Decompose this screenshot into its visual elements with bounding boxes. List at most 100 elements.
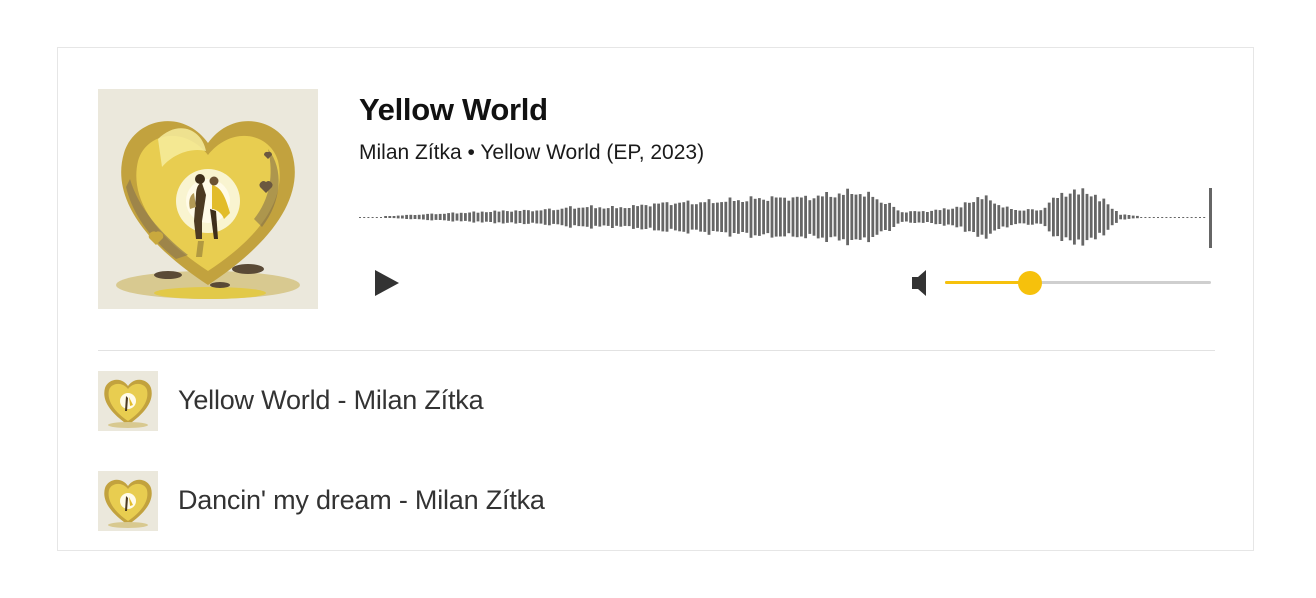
waveform-bar <box>779 197 782 237</box>
waveform-bar <box>1010 209 1013 226</box>
waveform-bar <box>942 208 946 226</box>
waveform-bar <box>1178 217 1180 218</box>
waveform-bar <box>800 197 803 237</box>
waveform-bar <box>653 203 656 231</box>
waveform-bar <box>485 212 488 222</box>
album-cover <box>98 89 318 309</box>
waveform-bar <box>497 211 501 223</box>
waveform-bar <box>783 197 786 237</box>
track-subtitle: Milan Zítka • Yellow World (EP, 2023) <box>359 141 705 164</box>
speaker-icon <box>912 270 926 296</box>
waveform-bar <box>560 208 564 226</box>
waveform-bar <box>438 213 442 220</box>
waveform-bar <box>1052 197 1055 237</box>
waveform-bar <box>703 202 707 232</box>
waveform-bar <box>518 211 522 223</box>
waveform-bar <box>791 197 795 237</box>
waveform-bar <box>1056 198 1059 237</box>
divider <box>98 350 1215 351</box>
waveform-bar <box>959 207 963 227</box>
waveform-bar <box>905 212 908 222</box>
playlist-item-label: Dancin' my dream - Milan Zítka <box>178 485 545 515</box>
waveform-bar <box>1102 198 1106 236</box>
waveform-bar <box>522 209 526 225</box>
waveform-bar <box>464 213 467 221</box>
waveform-bar <box>661 202 665 232</box>
waveform-bar <box>699 202 702 232</box>
waveform-bar <box>367 217 370 218</box>
waveform-bar <box>770 196 774 238</box>
waveform-bar <box>384 216 387 218</box>
audio-player-card: Yellow World Milan Zítka • Yellow World … <box>57 47 1254 551</box>
waveform-bar <box>804 195 807 239</box>
waveform-bar <box>888 202 891 231</box>
waveform-bar <box>1115 211 1118 223</box>
waveform-bar <box>858 194 862 240</box>
waveform-bar <box>1064 196 1068 238</box>
waveform-bar <box>678 202 681 232</box>
waveform-bar <box>854 194 858 240</box>
waveform-bar <box>459 212 463 222</box>
waveform-bar <box>1169 217 1172 218</box>
volume-thumb[interactable] <box>1018 271 1043 295</box>
waveform-bar <box>984 195 988 239</box>
waveform-bar <box>434 214 438 220</box>
waveform-bar <box>602 208 606 226</box>
waveform-bar <box>732 201 736 233</box>
waveform-bar <box>821 196 824 238</box>
waveform-bar <box>1035 210 1038 224</box>
playlist-thumbnail <box>98 471 158 531</box>
waveform-bar <box>1140 217 1143 218</box>
waveform-bar <box>741 202 744 232</box>
waveform-bar <box>1136 215 1139 219</box>
waveform-bar <box>1119 214 1122 220</box>
playlist-item[interactable]: Dancin' my dream - Milan Zítka <box>98 471 1215 531</box>
waveform-bar <box>573 208 576 226</box>
waveform-bar <box>795 196 799 238</box>
waveform-bar <box>1039 210 1043 224</box>
playlist-item[interactable]: Yellow World - Milan Zítka <box>98 371 1215 431</box>
waveform-bar <box>695 204 698 230</box>
volume-slider[interactable] <box>945 270 1211 295</box>
waveform-bar <box>363 217 366 218</box>
waveform-bar <box>392 216 396 219</box>
album-art-heart-couple-icon <box>98 471 158 531</box>
waveform-bar <box>1127 215 1131 219</box>
waveform-bar <box>1131 215 1135 219</box>
waveform-bar <box>611 206 614 228</box>
waveform-bar <box>716 202 719 232</box>
waveform-bar <box>812 198 816 236</box>
waveform-bar <box>976 197 980 237</box>
waveform-bar <box>863 196 866 238</box>
playlist: Yellow World - Milan Zítka Dancin' my dr… <box>98 371 1215 571</box>
waveform-bar <box>972 202 975 232</box>
waveform-bar <box>686 200 690 234</box>
waveform-bar <box>829 196 833 238</box>
mute-button[interactable] <box>910 268 934 298</box>
waveform-bar <box>1148 217 1151 218</box>
waveform-bar <box>1047 202 1051 232</box>
waveform-seekbar[interactable] <box>359 186 1212 250</box>
waveform-bar <box>934 209 938 225</box>
waveform-bar <box>766 200 770 234</box>
waveform-bar <box>472 211 476 223</box>
waveform-bar <box>1157 217 1159 218</box>
waveform-bar <box>531 211 534 223</box>
waveform-bar <box>846 188 849 246</box>
waveform-bar <box>581 207 585 227</box>
waveform-bar <box>993 203 996 231</box>
waveform-bar <box>997 205 1001 229</box>
waveform-bar <box>989 200 992 234</box>
waveform-bar <box>762 199 765 235</box>
waveform-bar <box>430 213 434 221</box>
waveform-bar <box>1182 217 1185 218</box>
waveform-bar <box>728 197 732 237</box>
waveform-bar <box>619 207 623 227</box>
play-button[interactable] <box>369 266 403 300</box>
waveform-bar <box>875 199 879 235</box>
waveform-bar <box>724 201 728 233</box>
waveform-bar <box>808 200 812 234</box>
waveform-bar <box>1031 209 1034 225</box>
waveform-bar <box>930 210 933 223</box>
waveform-bar <box>375 217 378 218</box>
